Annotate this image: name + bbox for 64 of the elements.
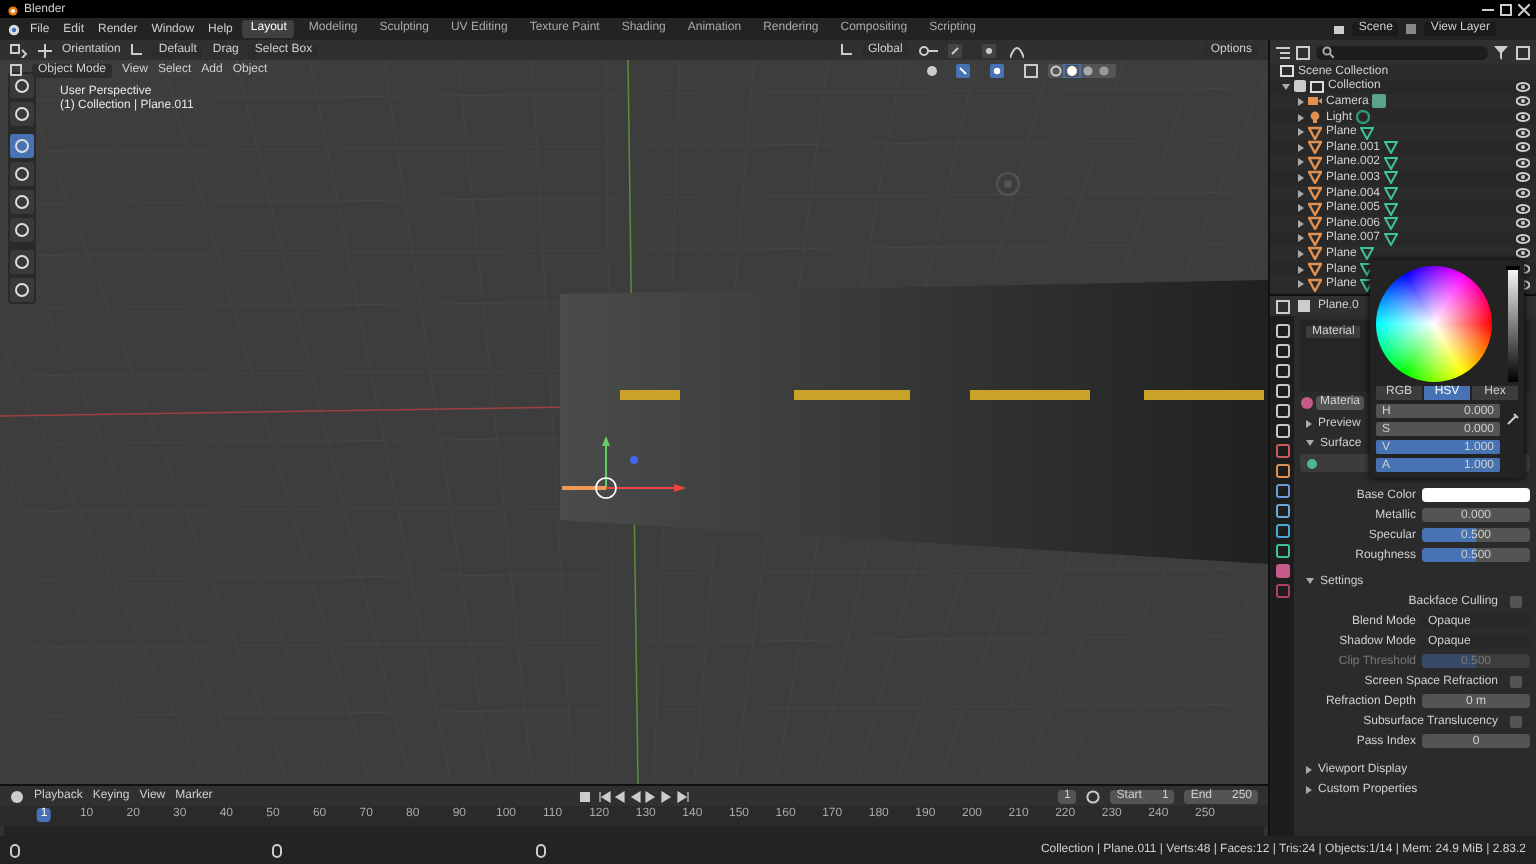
shader-node-icon [1306,457,1318,469]
eye-icon[interactable] [1516,188,1530,199]
disclosure-triangle[interactable] [1298,249,1304,258]
checkbox[interactable] [1510,595,1522,607]
search-field[interactable] [1316,45,1488,59]
eye-icon[interactable] [1516,248,1530,259]
falloff-icon[interactable] [1010,43,1025,57]
color-swatch[interactable] [1422,488,1530,502]
axes-icon [130,44,143,56]
brightness-slider[interactable] [1508,266,1518,382]
disclosure-triangle[interactable] [1306,765,1312,773]
filter-icon[interactable] [1494,45,1510,59]
eye-icon[interactable] [1516,172,1530,183]
checkbox[interactable] [1510,675,1522,687]
xray-icon[interactable] [1024,63,1038,77]
checkbox-icon[interactable] [1294,80,1306,93]
disclosure-triangle[interactable] [1298,128,1304,137]
mouse-middle-icon [272,843,283,857]
search-icon [1322,45,1334,57]
eyedropper-icon[interactable] [1506,412,1520,426]
eye-icon[interactable] [1516,142,1530,153]
mouse-left-icon [10,843,20,857]
maximize-icon[interactable] [1500,3,1512,15]
display-mode-icon[interactable] [1296,45,1310,59]
new-collection-icon[interactable] [1516,45,1530,59]
material-icon[interactable] [1300,396,1314,410]
eye-icon[interactable] [1516,96,1530,107]
eye-icon[interactable] [1516,233,1530,244]
transform-orientation-icon[interactable] [839,44,852,56]
eye-icon[interactable] [1516,112,1530,123]
eye-icon[interactable] [1516,157,1530,168]
outliner-icon[interactable] [1276,45,1290,59]
pivot-icon[interactable] [918,43,939,57]
close-icon[interactable] [1518,3,1530,15]
light-data-icon [1356,110,1371,125]
object-icon [1298,300,1310,312]
disclosure-triangle[interactable] [1298,158,1304,167]
eye-icon[interactable] [1516,81,1530,92]
properties-editor-icon[interactable] [1276,299,1290,313]
scene-collection-icon [1280,64,1294,79]
eye-icon[interactable] [1516,203,1530,214]
mode-icon [10,64,22,76]
disclosure-triangle[interactable] [1298,219,1304,228]
eye-icon[interactable] [1516,127,1530,138]
checkbox[interactable] [1510,715,1522,727]
disclosure-triangle[interactable] [1306,440,1314,446]
disclosure-triangle[interactable] [1306,785,1312,793]
mouse-right-icon [535,843,546,857]
camera-data-icon [1372,94,1387,109]
disclosure-triangle[interactable] [1306,578,1314,584]
proportional-edit-icon[interactable] [982,43,1001,57]
disclosure-triangle[interactable] [1298,280,1304,289]
playback-controls-icon[interactable] [579,789,692,803]
camera-icon [1308,94,1322,109]
layers-icon[interactable] [1404,22,1419,36]
minimize-icon[interactable] [1482,3,1494,15]
eye-icon[interactable] [1516,218,1530,229]
collection-icon [1310,79,1324,94]
light-icon [1308,110,1322,125]
scene-icon[interactable] [1332,22,1347,36]
color-wheel[interactable] [1376,266,1492,382]
disclosure-triangle[interactable] [1306,419,1312,427]
select-tool-icon[interactable] [10,43,28,57]
disclosure-triangle[interactable] [1298,189,1304,198]
